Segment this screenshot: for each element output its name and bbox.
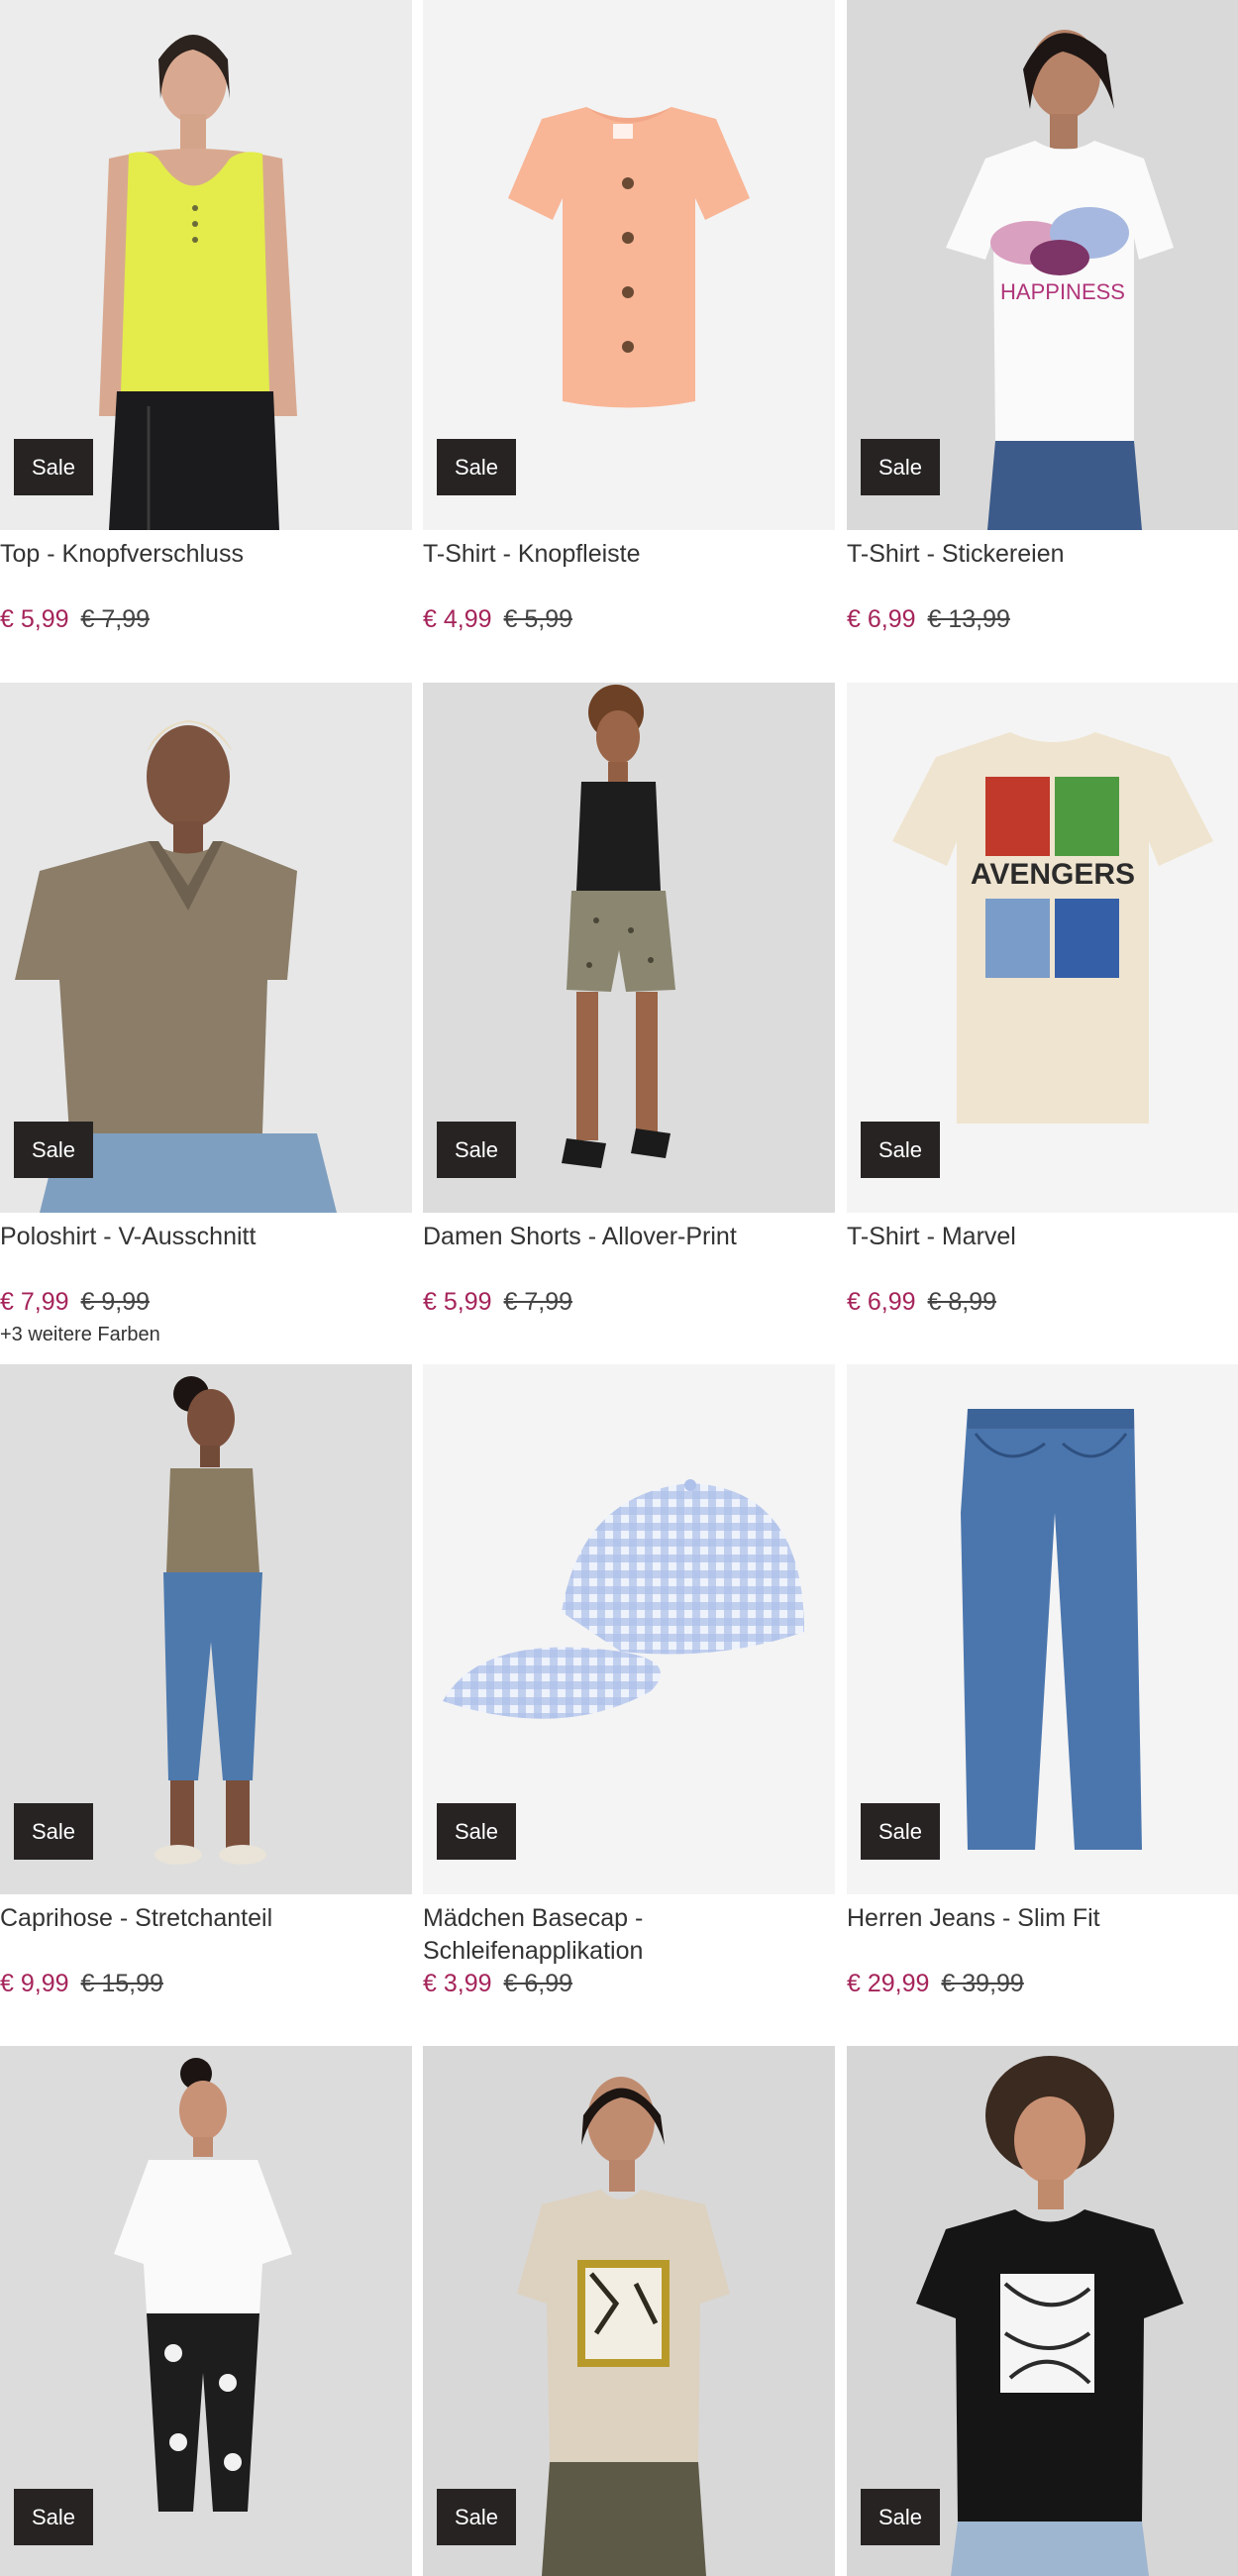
sale-price: € 29,99 — [847, 1970, 930, 1997]
product-title[interactable]: Mädchen Basecap - Schleifenapplikation — [423, 1902, 835, 1968]
product-card[interactable]: Sale Top - Knopfverschluss € 5,99 € 7,99 — [0, 0, 412, 635]
product-image[interactable]: AVENGERS Sale — [847, 683, 1238, 1213]
sale-price: € 9,99 — [0, 1970, 69, 1997]
original-price: € 9,99 — [80, 1288, 151, 1316]
product-image[interactable]: Sale — [847, 1364, 1238, 1894]
product-title[interactable]: Top - Knopfverschluss — [0, 538, 412, 603]
original-price: € 8,99 — [927, 1288, 997, 1316]
sale-badge: Sale — [861, 439, 940, 495]
product-prices: € 6,99 € 13,99 — [847, 603, 1238, 635]
sale-badge: Sale — [437, 1122, 516, 1178]
sale-badge: Sale — [14, 439, 93, 495]
sale-price: € 5,99 — [0, 605, 69, 633]
product-title[interactable]: Damen Shorts - Allover-Print — [423, 1221, 835, 1286]
sale-badge: Sale — [437, 2489, 516, 2545]
product-card[interactable]: Sale Caprihose - Stretchanteil € 9,99 € 1… — [0, 1364, 412, 1999]
sale-price: € 5,99 — [423, 1288, 492, 1316]
product-card[interactable]: Sale T-Shirt - Knopfleiste € 4,99 € 5,99 — [423, 0, 835, 635]
product-title[interactable]: T-Shirt - Stickereien — [847, 538, 1238, 603]
product-image[interactable]: Sale — [423, 1364, 835, 1894]
product-card[interactable]: Sale Mädchen Basecap - Schleifenapplikat… — [423, 1364, 835, 1999]
product-prices: € 3,99 € 6,99 — [423, 1968, 835, 1999]
print-text: AVENGERS — [971, 858, 1135, 891]
sale-badge: Sale — [861, 1803, 940, 1860]
sale-price: € 6,99 — [847, 605, 916, 633]
product-card[interactable]: HAPPINESS Sale T-Shirt - Stickereien € 6… — [847, 0, 1238, 635]
original-price: € 5,99 — [503, 605, 573, 633]
original-price: € 15,99 — [80, 1970, 163, 1997]
sale-price: € 6,99 — [847, 1288, 916, 1316]
sale-price: € 7,99 — [0, 1288, 69, 1316]
product-title[interactable]: Caprihose - Stretchanteil — [0, 1902, 412, 1968]
product-grid: Sale Top - Knopfverschluss € 5,99 € 7,99 … — [0, 0, 1238, 2576]
product-card[interactable]: Sale Herren Jeans - Slim Fit € 29,99 € 39… — [847, 1364, 1238, 1999]
sale-badge: Sale — [437, 1803, 516, 1860]
product-title[interactable]: Herren Jeans - Slim Fit — [847, 1902, 1238, 1968]
product-image[interactable]: Sale — [423, 683, 835, 1213]
product-image[interactable]: Sale — [423, 0, 835, 530]
product-prices: € 5,99 € 7,99 — [423, 1286, 835, 1318]
sale-badge: Sale — [14, 1122, 93, 1178]
product-prices: € 4,99 € 5,99 — [423, 603, 835, 635]
product-card[interactable]: Sale — [847, 2046, 1238, 2576]
original-price: € 6,99 — [503, 1970, 573, 1997]
product-image[interactable]: Sale — [423, 2046, 835, 2576]
original-price: € 39,99 — [941, 1970, 1024, 1997]
more-colors-link[interactable]: +3 weitere Farben — [0, 1322, 412, 1347]
sale-badge: Sale — [14, 1803, 93, 1860]
print-text: HAPPINESS — [1000, 279, 1125, 304]
product-prices: € 29,99 € 39,99 — [847, 1968, 1238, 1999]
product-card[interactable]: Sale — [0, 2046, 412, 2576]
product-card[interactable]: Sale — [423, 2046, 835, 2576]
sale-badge: Sale — [861, 2489, 940, 2545]
sale-badge: Sale — [14, 2489, 93, 2545]
original-price: € 7,99 — [503, 1288, 573, 1316]
product-prices: € 7,99 € 9,99 — [0, 1286, 412, 1318]
product-title[interactable]: Poloshirt - V-Ausschnitt — [0, 1221, 412, 1286]
sale-badge: Sale — [437, 439, 516, 495]
original-price: € 7,99 — [80, 605, 151, 633]
product-prices: € 5,99 € 7,99 — [0, 603, 412, 635]
original-price: € 13,99 — [927, 605, 1010, 633]
product-card[interactable]: Sale Poloshirt - V-Ausschnitt € 7,99 € 9,… — [0, 683, 412, 1347]
sale-price: € 3,99 — [423, 1970, 492, 1997]
product-image[interactable]: HAPPINESS Sale — [847, 0, 1238, 530]
product-card[interactable]: AVENGERS Sale T-Shirt - Marvel € 6,99 € 8… — [847, 683, 1238, 1318]
product-image[interactable]: Sale — [847, 2046, 1238, 2576]
product-card[interactable]: Sale Damen Shorts - Allover-Print € 5,99… — [423, 683, 835, 1318]
product-prices: € 9,99 € 15,99 — [0, 1968, 412, 1999]
product-image[interactable]: Sale — [0, 0, 412, 530]
sale-price: € 4,99 — [423, 605, 492, 633]
product-image[interactable]: Sale — [0, 2046, 412, 2576]
product-image[interactable]: Sale — [0, 1364, 412, 1894]
product-prices: € 6,99 € 8,99 — [847, 1286, 1238, 1318]
sale-badge: Sale — [861, 1122, 940, 1178]
product-image[interactable]: Sale — [0, 683, 412, 1213]
product-title[interactable]: T-Shirt - Knopfleiste — [423, 538, 835, 603]
product-title[interactable]: T-Shirt - Marvel — [847, 1221, 1238, 1286]
